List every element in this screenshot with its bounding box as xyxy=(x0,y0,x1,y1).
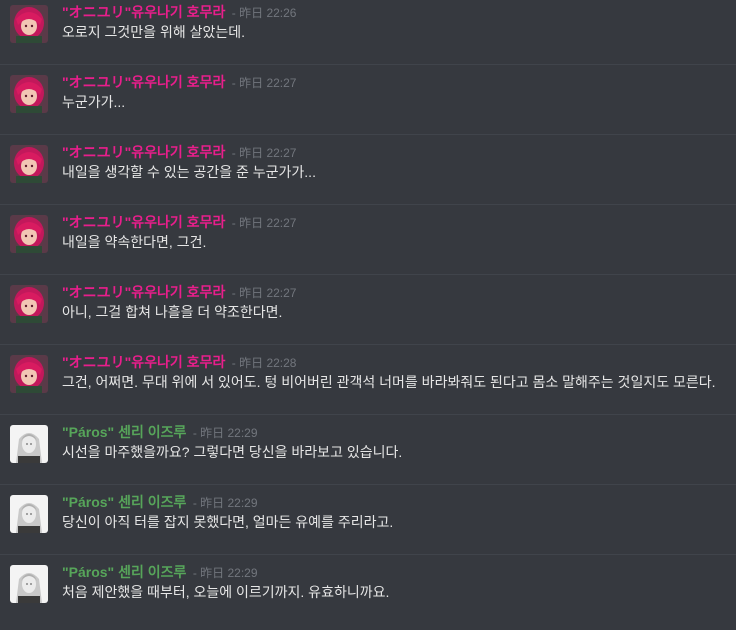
homura-avatar[interactable] xyxy=(10,215,48,253)
author-name[interactable]: "オニユリ"유우나기 호무라 xyxy=(62,214,225,230)
timestamp: - 昨日 22:29 xyxy=(192,566,258,580)
homura-avatar[interactable] xyxy=(10,145,48,183)
message: "オニユリ"유우나기 호무라 - 昨日 22:26 오로지 그것만을 위해 살았… xyxy=(0,0,736,70)
author-name[interactable]: "オニユリ"유우나기 호무라 xyxy=(62,144,225,160)
message-text: 내일을 약속한다면, 그건. xyxy=(62,234,207,250)
message-text: 누군가가... xyxy=(62,94,126,110)
homura-avatar[interactable] xyxy=(10,285,48,323)
izuru-avatar[interactable] xyxy=(10,495,48,533)
homura-avatar[interactable] xyxy=(10,355,48,393)
izuru-avatar[interactable] xyxy=(10,425,48,463)
timestamp: - 昨日 22:26 xyxy=(231,6,297,20)
author-name[interactable]: "Páros" 센리 이즈루 xyxy=(62,494,186,510)
message: "Páros" 센리 이즈루 - 昨日 22:29 처음 제안했을 때부터, 오… xyxy=(0,554,736,630)
message: "オニユリ"유우나기 호무라 - 昨日 22:27 내일을 생각할 수 있는 공… xyxy=(0,134,736,210)
message: "オニユリ"유우나기 호무라 - 昨日 22:27 누군가가... xyxy=(0,64,736,140)
message: "オニユリ"유우나기 호무라 - 昨日 22:27 내일을 약속한다면, 그건. xyxy=(0,204,736,280)
message: "オニユリ"유우나기 호무라 - 昨日 22:28 그건, 어쩌면. 무대 위에… xyxy=(0,344,736,420)
timestamp: - 昨日 22:27 xyxy=(231,146,297,160)
message-text: 오로지 그것만을 위해 살았는데. xyxy=(62,24,245,40)
timestamp: - 昨日 22:28 xyxy=(231,356,297,370)
message-text: 시선을 마주했을까요? 그렇다면 당신을 바라보고 있습니다. xyxy=(62,444,403,460)
message: "Páros" 센리 이즈루 - 昨日 22:29 시선을 마주했을까요? 그렇… xyxy=(0,414,736,490)
message-text: 처음 제안했을 때부터, 오늘에 이르기까지. 유효하니까요. xyxy=(62,584,390,600)
izuru-avatar[interactable] xyxy=(10,565,48,603)
author-name[interactable]: "Páros" 센리 이즈루 xyxy=(62,424,186,440)
message-text: 당신이 아직 터를 잡지 못했다면, 얼마든 유예를 주리라고. xyxy=(62,514,394,530)
author-name[interactable]: "オニユリ"유우나기 호무라 xyxy=(62,4,225,20)
author-name[interactable]: "Páros" 센리 이즈루 xyxy=(62,564,186,580)
message: "オニユリ"유우나기 호무라 - 昨日 22:27 아니, 그걸 합쳐 나흘을 … xyxy=(0,274,736,350)
message: "Páros" 센리 이즈루 - 昨日 22:29 당신이 아직 터를 잡지 못… xyxy=(0,484,736,560)
author-name[interactable]: "オニユリ"유우나기 호무라 xyxy=(62,284,225,300)
timestamp: - 昨日 22:29 xyxy=(192,496,258,510)
timestamp: - 昨日 22:27 xyxy=(231,286,297,300)
timestamp: - 昨日 22:29 xyxy=(192,426,258,440)
message-text: 아니, 그걸 합쳐 나흘을 더 약조한다면. xyxy=(62,304,283,320)
homura-avatar[interactable] xyxy=(10,5,48,43)
author-name[interactable]: "オニユリ"유우나기 호무라 xyxy=(62,74,225,90)
chat-log: "オニユリ"유우나기 호무라 - 昨日 22:26 오로지 그것만을 위해 살았… xyxy=(0,0,736,609)
homura-avatar[interactable] xyxy=(10,75,48,113)
timestamp: - 昨日 22:27 xyxy=(231,76,297,90)
author-name[interactable]: "オニユリ"유우나기 호무라 xyxy=(62,354,225,370)
message-text: 그건, 어쩌면. 무대 위에 서 있어도. 텅 비어버린 관객석 너머를 바라봐… xyxy=(62,374,716,390)
message-text: 내일을 생각할 수 있는 공간을 준 누군가가... xyxy=(62,164,316,180)
timestamp: - 昨日 22:27 xyxy=(231,216,297,230)
